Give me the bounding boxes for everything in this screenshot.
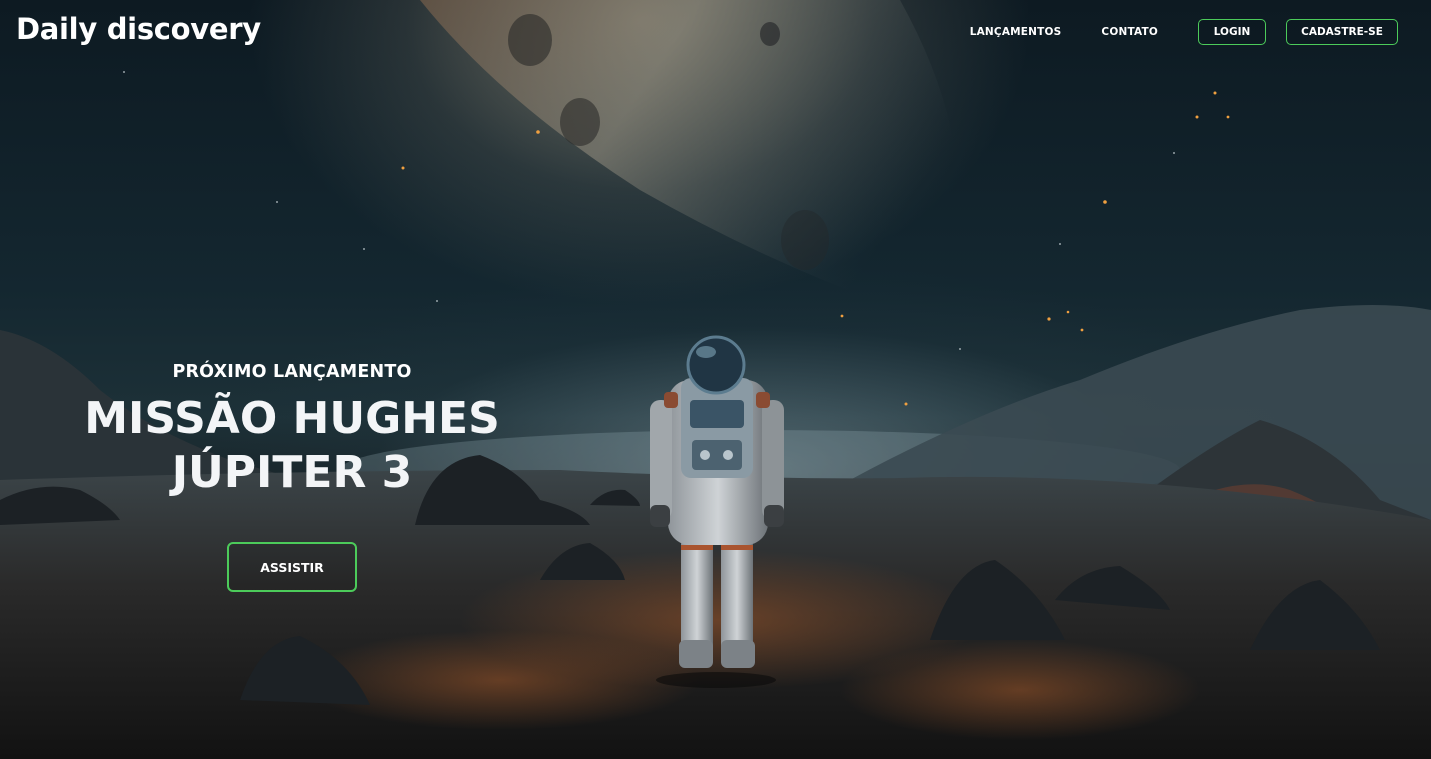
top-navigation: LANÇAMENTOS CONTATO LOGIN CADASTRE-SE <box>970 19 1398 45</box>
login-button[interactable]: LOGIN <box>1198 19 1266 45</box>
mission-title-line-2: JÚPITER 3 <box>171 447 413 498</box>
signup-button[interactable]: CADASTRE-SE <box>1286 19 1398 45</box>
mission-title: MISSÃO HUGHES JÚPITER 3 <box>50 392 534 500</box>
brand-logo[interactable]: Daily discovery <box>16 12 261 46</box>
nav-link-lancamentos[interactable]: LANÇAMENTOS <box>970 26 1062 38</box>
nav-link-contato[interactable]: CONTATO <box>1101 26 1158 38</box>
hero-section: Daily discovery LANÇAMENTOS CONTATO LOGI… <box>0 0 1431 759</box>
hero-copy: PRÓXIMO LANÇAMENTO MISSÃO HUGHES JÚPITER… <box>50 362 534 500</box>
next-launch-label: PRÓXIMO LANÇAMENTO <box>172 362 412 382</box>
watch-button[interactable]: ASSISTIR <box>227 542 357 592</box>
mission-title-line-1: MISSÃO HUGHES <box>84 393 500 444</box>
